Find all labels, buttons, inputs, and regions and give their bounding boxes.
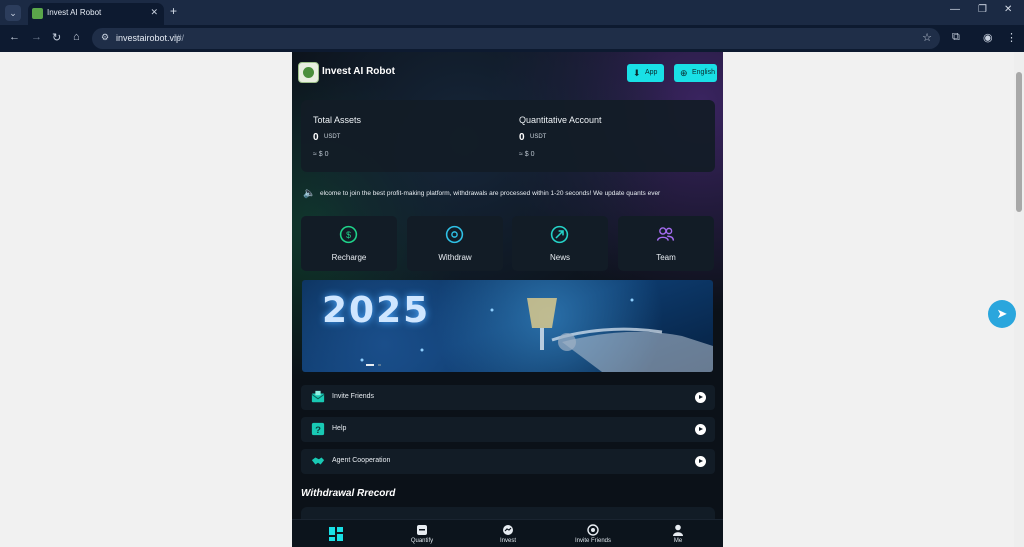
language-button[interactable]: ⊕ English [674,64,717,82]
menu-agent-cooperation-label: Agent Cooperation [332,457,391,464]
bottom-nav: Quantify Invest Invite Friends Me [292,519,723,547]
recharge-button[interactable]: $ Recharge [301,216,397,271]
browser-tab[interactable]: Invest AI Robot ✕ [28,3,164,25]
nav-invite-friends[interactable]: Invite Friends [550,520,636,547]
profile-icon[interactable]: ◉ [983,31,993,44]
nav-me-label: Me [673,538,683,544]
menu-agent-cooperation[interactable]: Agent Cooperation [301,449,715,474]
withdraw-button[interactable]: Withdraw [407,216,503,271]
extensions-icon[interactable]: ⧉ [952,31,960,44]
withdraw-icon [445,225,464,244]
nav-quantify-label: Quantify [410,538,434,544]
play-arrow-icon [695,424,706,435]
quant-account-unit: USDT [530,134,547,140]
quant-account-fiat: ≈ $ 0 [519,151,535,158]
news-label: News [549,253,570,262]
svg-text:?: ? [315,425,321,436]
help-icon: ? [311,422,325,436]
language-label: English [692,69,715,76]
app-download-button[interactable]: ⬇ App [627,64,664,82]
more-menu-icon[interactable]: ⋮ [1006,31,1017,44]
nav-home[interactable] [292,520,378,547]
home-grid-icon [329,527,343,541]
menu-help[interactable]: ? Help [301,417,715,442]
total-assets-label: Total Assets [313,115,362,125]
nav-quantify[interactable]: Quantify [379,520,465,547]
total-assets-amount: 0 [313,132,319,143]
withdraw-label: Withdraw [438,253,472,262]
promo-banner[interactable]: 2025 [302,280,713,372]
banner-dot[interactable] [378,364,381,366]
new-tab-icon[interactable]: + [170,4,177,18]
withdrawal-record-title: Withdrawal Rrecord [301,488,396,499]
nav-me[interactable]: Me [635,520,721,547]
scrollbar[interactable] [1014,52,1024,547]
notice-marquee: elcome to join the best profit-making pl… [320,190,661,197]
url-host: investairobot.vip [116,33,182,43]
scrollbar-thumb[interactable] [1016,72,1022,212]
svg-text:$: $ [346,230,351,240]
banner-robot-illustration [360,298,713,372]
home-icon[interactable]: ⌂ [73,31,80,43]
total-assets-unit: USDT [324,134,341,140]
telegram-icon[interactable]: ➤ [988,300,1016,328]
back-icon[interactable]: ← [9,31,20,43]
news-icon [550,225,569,244]
url-path: /#/ [174,33,185,43]
handshake-icon [311,457,325,465]
app-button-label: App [645,69,658,76]
assets-card: Total Assets 0 USDT ≈ $ 0 Quantitative A… [301,100,715,172]
forward-icon[interactable]: → [31,31,42,43]
app-container: Invest AI Robot ⬇ App ⊕ English Total As… [292,52,723,547]
address-bar[interactable]: ⚙ investairobot.vip /#/ ☆ [92,28,940,49]
browser-toolbar: ← → ↻ ⌂ ⚙ investairobot.vip /#/ ☆ ⧉ ◉ ⋮ [0,25,1024,52]
logo-mark [303,67,314,78]
reload-icon[interactable]: ↻ [52,31,61,44]
nav-invite-friends-label: Invite Friends [574,538,611,544]
team-icon [656,227,675,241]
news-button[interactable]: News [512,216,608,271]
nav-invest-label: Invest [499,538,516,544]
globe-icon: ⊕ [680,68,688,78]
invest-icon [503,525,513,535]
play-arrow-icon [695,392,706,403]
favicon-icon [32,8,43,19]
invite-icon [587,524,599,536]
tab-search-icon[interactable]: ⌄ [5,5,21,21]
quantify-icon [417,525,427,535]
team-label: Team [656,253,676,262]
quant-account-label: Quantitative Account [519,115,602,125]
play-arrow-icon [695,456,706,467]
bookmark-star-icon[interactable]: ☆ [922,31,932,44]
team-button[interactable]: Team [618,216,714,271]
close-tab-icon[interactable]: ✕ [150,7,158,18]
brand-logo [298,62,319,83]
minimize-icon[interactable]: — [950,4,960,15]
close-window-icon[interactable]: ✕ [1004,4,1012,15]
site-info-icon[interactable]: ⚙ [101,32,109,43]
tab-title: Invest AI Robot [47,8,102,17]
menu-invite-friends[interactable]: Invite Friends [301,385,715,410]
banner-dot-active[interactable] [366,364,374,366]
browser-tab-bar: ⌄ Invest AI Robot ✕ + — ❐ ✕ [0,0,1024,25]
brand-name: Invest AI Robot [322,66,395,77]
nav-invest[interactable]: Invest [465,520,551,547]
menu-help-label: Help [332,425,347,432]
restore-icon[interactable]: ❐ [978,4,987,15]
quant-account-amount: 0 [519,132,525,143]
download-icon: ⬇ [633,68,641,78]
recharge-label: Recharge [331,253,367,262]
menu-invite-friends-label: Invite Friends [332,393,375,400]
envelope-icon [311,390,325,403]
user-icon [673,524,683,536]
total-assets-fiat: ≈ $ 0 [313,151,329,158]
speaker-icon: 🔈 [303,188,316,199]
dollar-cycle-icon: $ [339,225,358,244]
